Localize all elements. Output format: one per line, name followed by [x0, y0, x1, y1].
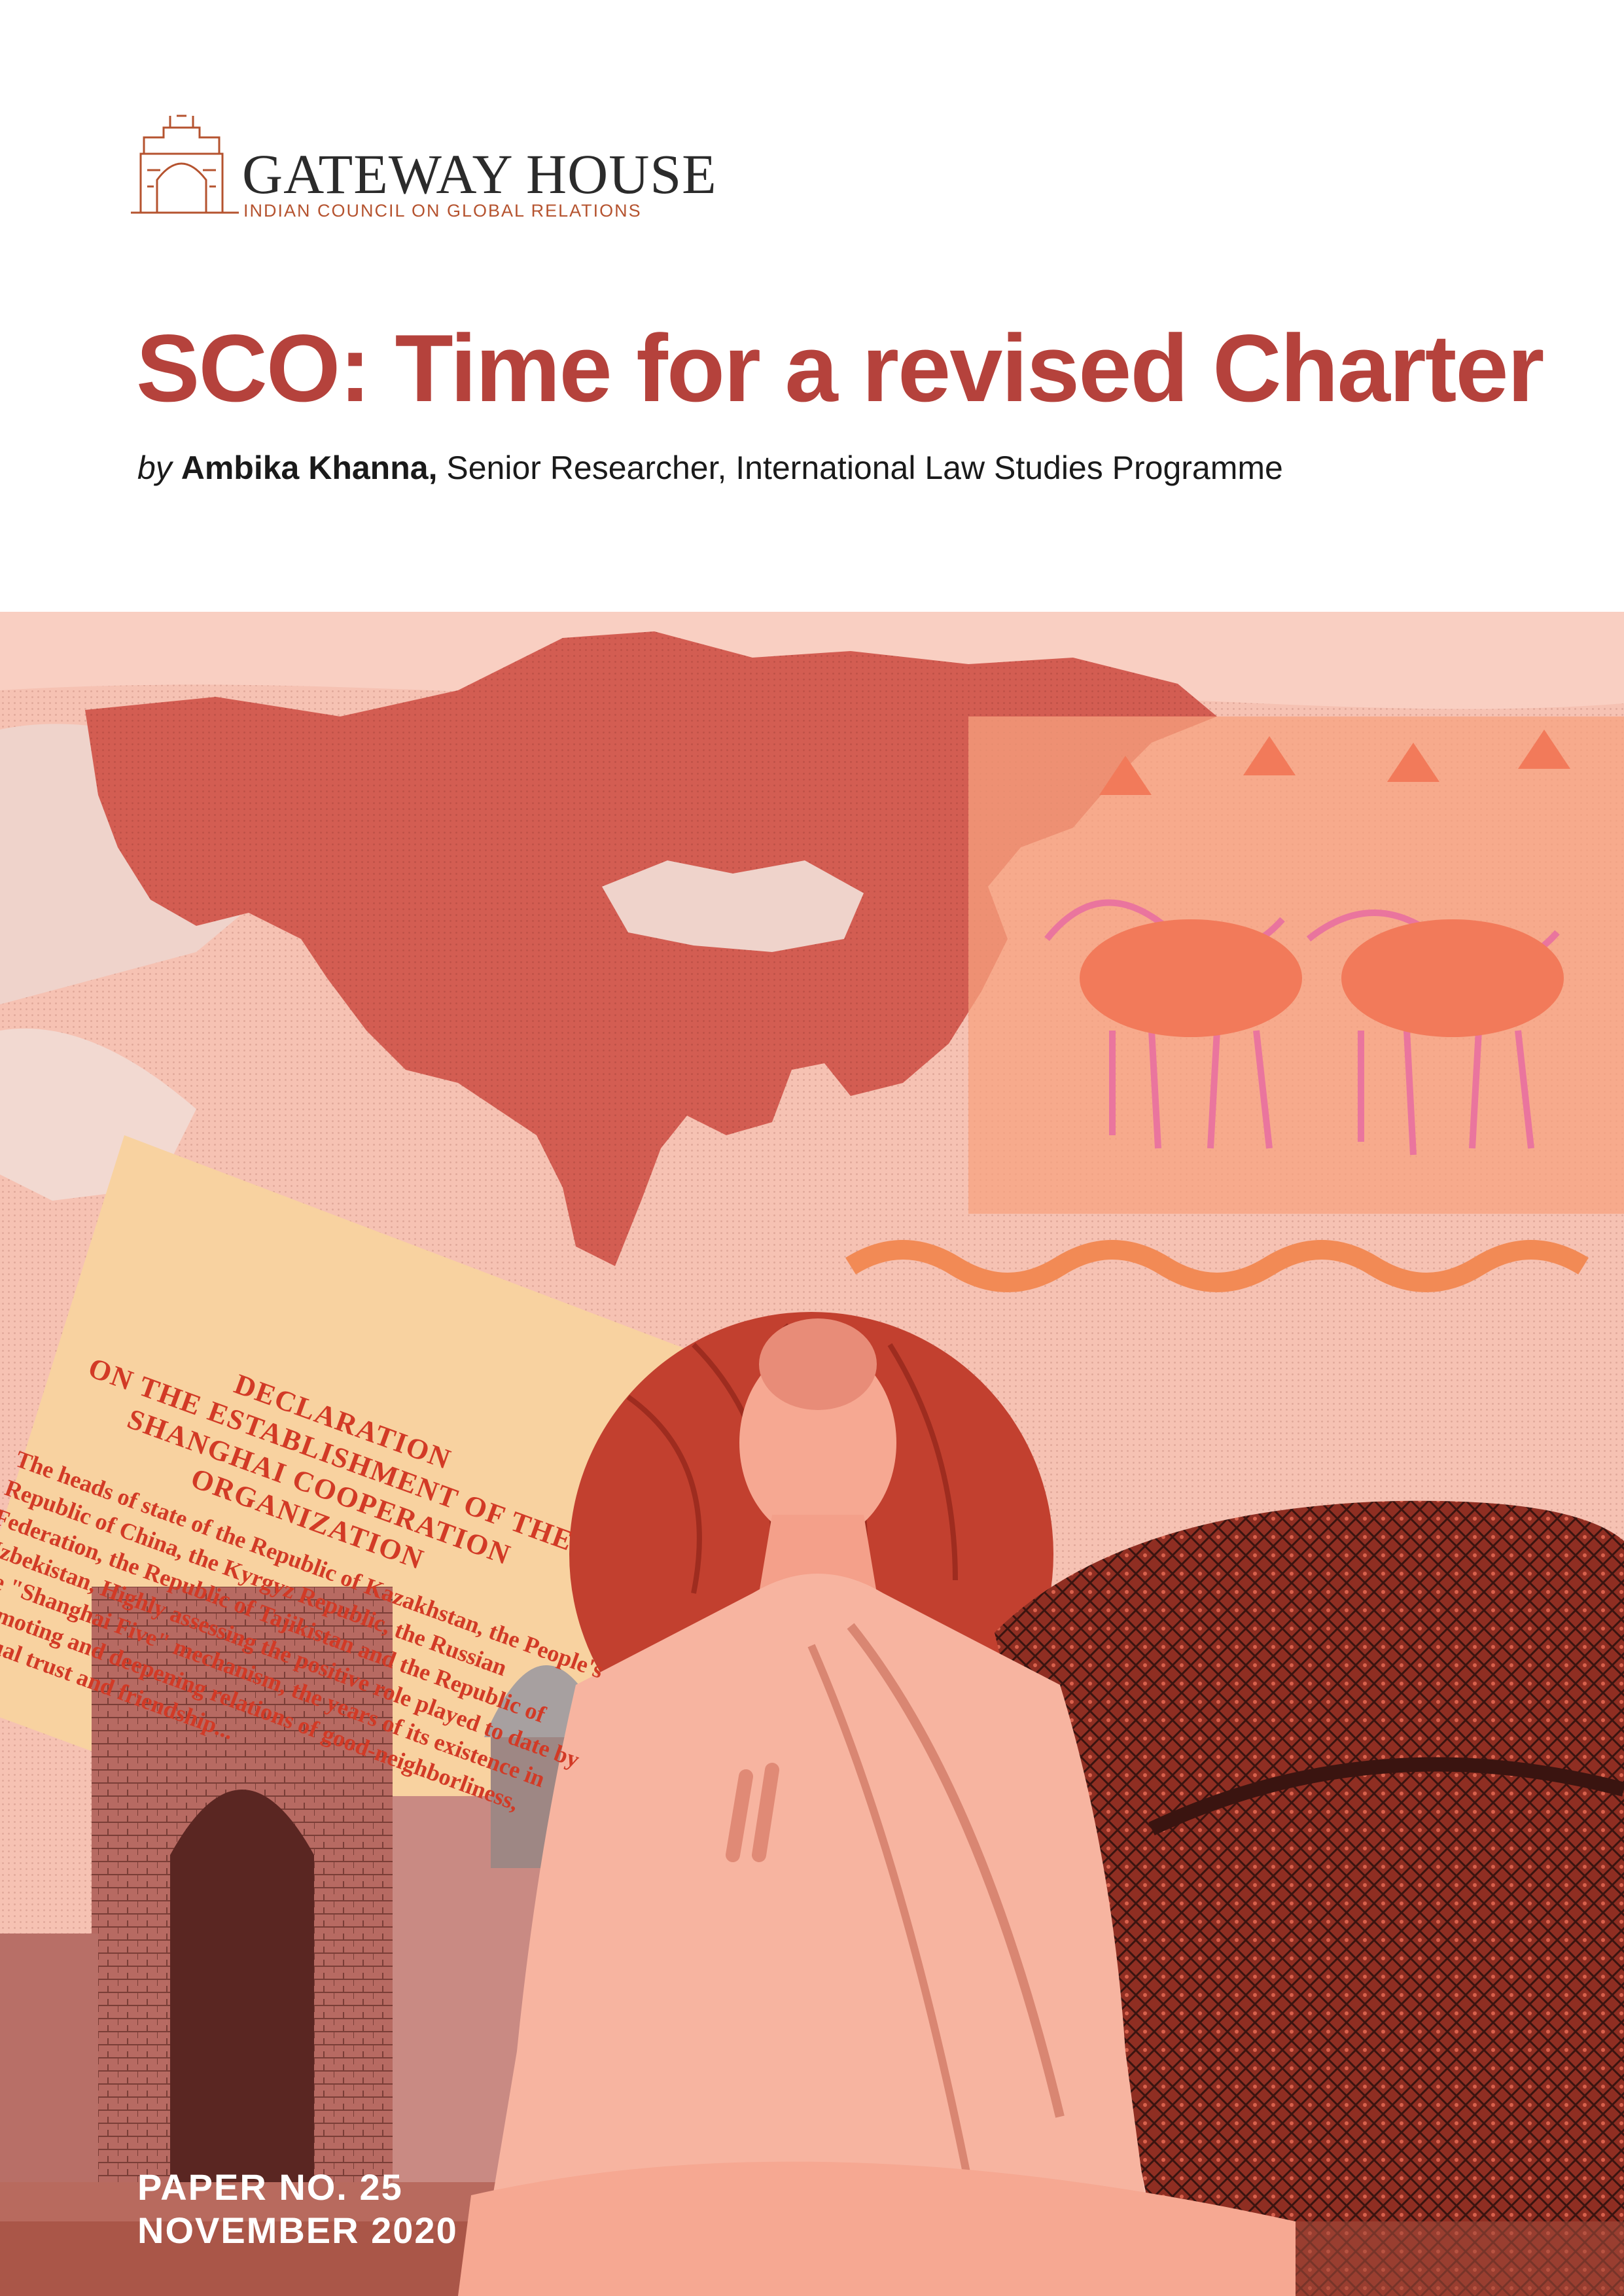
cover-collage: DECLARATION ON THE ESTABLISHMENT OF THE … [0, 612, 1624, 2296]
page-title: SCO: Time for a revised Charter [136, 315, 1544, 421]
logo-name: GATEWAY HOUSE [242, 143, 717, 205]
gateway-house-logo: GATEWAY HOUSE INDIAN COUNCIL ON GLOBAL R… [124, 108, 716, 226]
logo-subtitle: INDIAN COUNCIL ON GLOBAL RELATIONS [243, 201, 642, 221]
author-name: Ambika Khanna, [181, 450, 438, 486]
cover-page: GATEWAY HOUSE INDIAN COUNCIL ON GLOBAL R… [0, 0, 1624, 2296]
gateway-arch-icon [131, 115, 239, 214]
author-role: Senior Researcher, International Law Stu… [446, 450, 1283, 486]
byline: by Ambika Khanna, Senior Researcher, Int… [137, 449, 1283, 487]
paper-info: PAPER NO. 25 NOVEMBER 2020 [137, 2166, 458, 2252]
byline-by: by [137, 450, 172, 486]
paper-number: PAPER NO. 25 [137, 2166, 403, 2208]
paper-date: NOVEMBER 2020 [137, 2210, 458, 2251]
